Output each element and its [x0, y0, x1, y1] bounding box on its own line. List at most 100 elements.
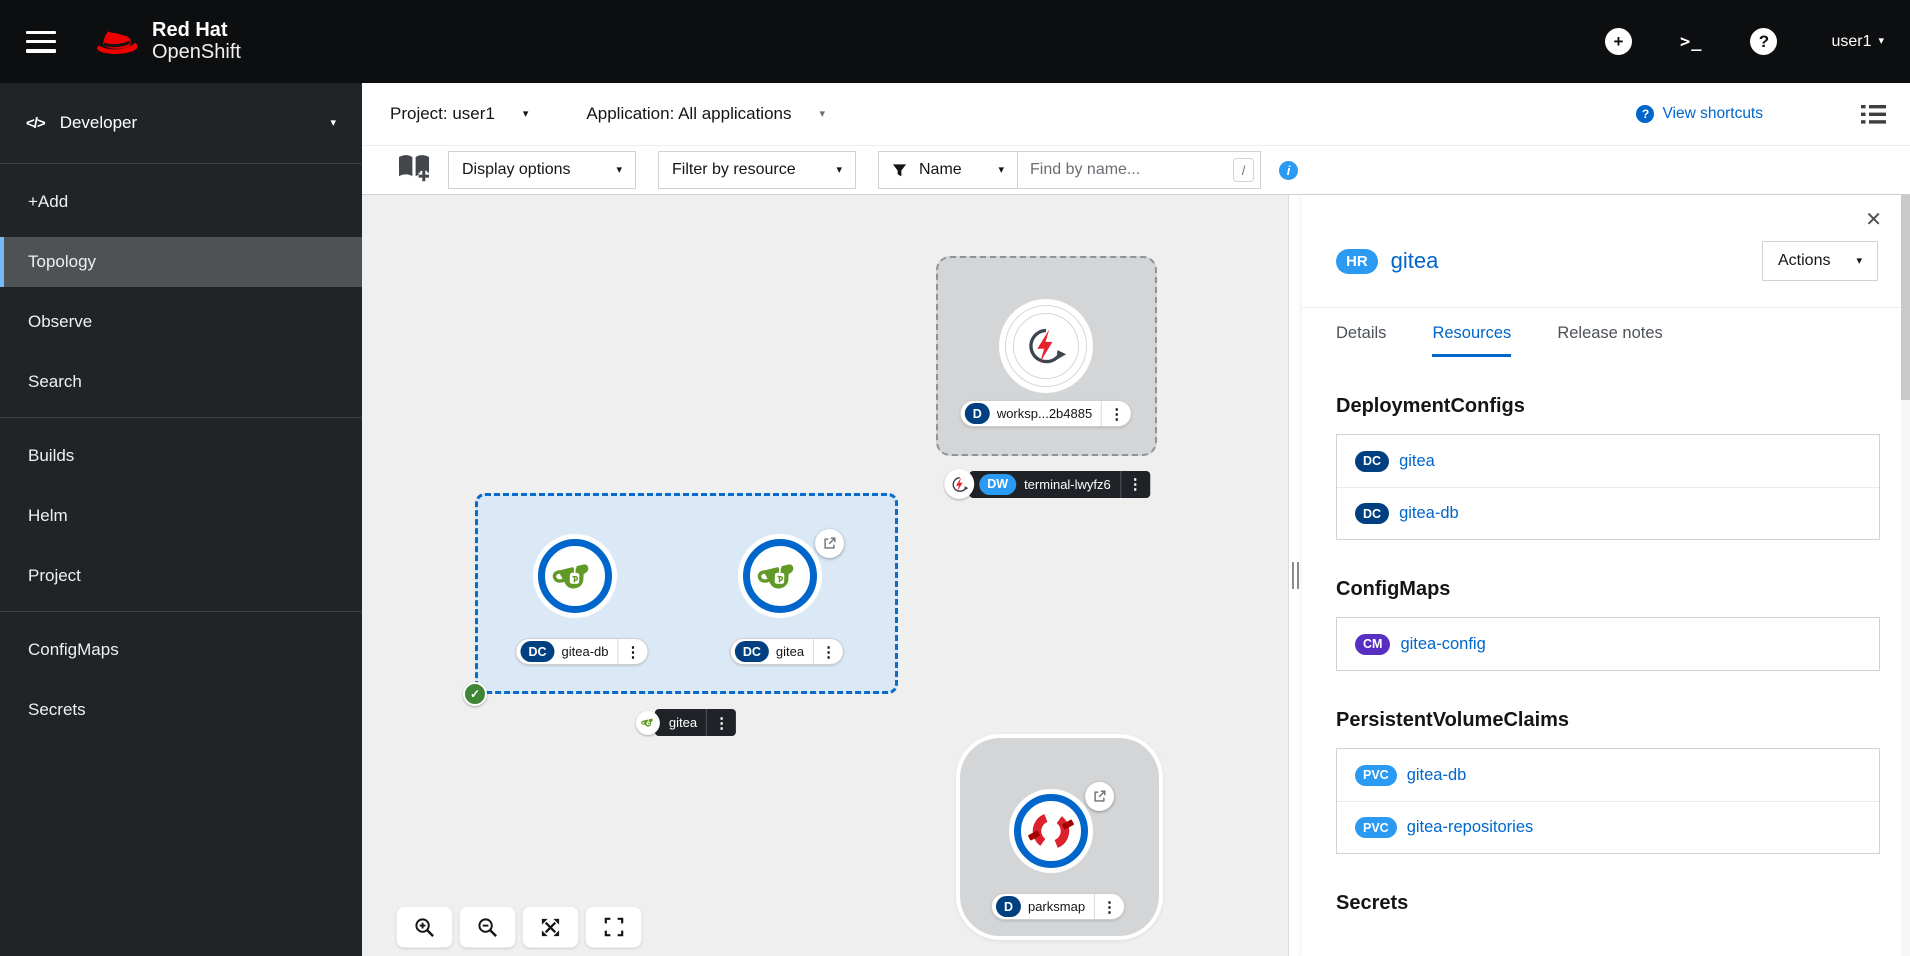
kebab-menu-icon[interactable]: ⋮	[617, 639, 648, 664]
node-gitea-db-label[interactable]: DC gitea-db ⋮	[515, 638, 649, 665]
resource-row[interactable]: PVC gitea-db	[1337, 749, 1879, 801]
sidebar-item-secrets[interactable]: Secrets	[0, 685, 362, 735]
resource-link[interactable]: gitea-config	[1400, 635, 1485, 654]
node-gitea-db[interactable]	[538, 539, 612, 613]
display-options-dropdown[interactable]: Display options ▾	[448, 151, 636, 189]
workspace-node[interactable]	[999, 299, 1093, 393]
web-terminal-icon[interactable]: >_	[1680, 32, 1702, 52]
sidebar-item-observe[interactable]: Observe	[0, 297, 362, 347]
node-parksmap-label[interactable]: D parksmap ⋮	[990, 893, 1126, 920]
sidebar-item-builds[interactable]: Builds	[0, 431, 362, 481]
sidebar-item-configmaps[interactable]: ConfigMaps	[0, 625, 362, 675]
tab-release-notes[interactable]: Release notes	[1557, 308, 1663, 357]
perspective-label: Developer	[59, 113, 138, 132]
guided-tour-icon[interactable]	[396, 153, 432, 188]
resource-link[interactable]: gitea-repositories	[1407, 818, 1534, 837]
node-gitea-db-name: gitea-db	[561, 644, 609, 659]
chevron-down-icon: ▾	[522, 107, 529, 120]
workspace-node-name: worksp...2b4885	[996, 406, 1093, 421]
sidebar-item-add[interactable]: +Add	[0, 177, 362, 227]
kebab-menu-icon[interactable]: ⋮	[813, 639, 843, 664]
redhat-fedora-icon	[96, 30, 138, 54]
name-filter-label: Name	[919, 161, 962, 178]
kebab-menu-icon[interactable]: ⋮	[1094, 894, 1124, 919]
reset-view-button[interactable]	[585, 906, 642, 948]
panel-title[interactable]: gitea	[1391, 248, 1439, 274]
sidebar-item-project[interactable]: Project	[0, 551, 362, 601]
workspace-bolt-icon	[950, 475, 969, 494]
close-icon[interactable]: ✕	[1865, 207, 1882, 232]
chevron-down-icon: ▾	[1856, 254, 1862, 267]
resource-list: DC gitea DC gitea-db	[1336, 434, 1880, 540]
sidebar: </> Developer ▾ +Add Topology Observe Se…	[0, 83, 362, 956]
scrollbar-thumb[interactable]	[1901, 195, 1910, 400]
resource-link[interactable]: gitea	[1399, 452, 1435, 471]
chevron-down-icon: ▾	[998, 163, 1004, 176]
sidebar-item-search[interactable]: Search	[0, 357, 362, 407]
resource-side-panel: ✕ HR gitea Actions ▾ Details Resources R…	[1302, 195, 1910, 956]
find-by-name-input[interactable]	[1018, 151, 1261, 189]
topology-canvas[interactable]: D worksp...2b4885 ⋮ DW terminal-lwyfz6 ⋮	[362, 195, 1289, 956]
name-filter-dropdown[interactable]: Name ▾	[878, 151, 1018, 189]
chevron-down-icon: ▾	[819, 107, 826, 120]
project-selector[interactable]: Project: user1 ▾	[390, 104, 528, 124]
brand-line1: Red Hat	[152, 18, 228, 41]
gitea-icon	[640, 715, 655, 730]
node-parksmap[interactable]	[1014, 794, 1088, 868]
quick-create-icon[interactable]: +	[1604, 28, 1632, 55]
gitea-icon	[757, 553, 803, 599]
resource-row[interactable]: PVC gitea-repositories	[1337, 801, 1879, 853]
zoom-out-button[interactable]	[459, 906, 516, 948]
help-icon[interactable]: ?	[1750, 28, 1778, 55]
tab-resources[interactable]: Resources	[1432, 308, 1512, 357]
view-shortcuts-link[interactable]: ? View shortcuts	[1636, 105, 1763, 123]
open-url-decorator[interactable]	[815, 529, 844, 558]
nav-toggle-icon[interactable]	[26, 30, 56, 53]
node-gitea[interactable]	[743, 539, 817, 613]
resource-list: CM gitea-config	[1336, 617, 1880, 671]
sidebar-item-helm[interactable]: Helm	[0, 491, 362, 541]
external-link-icon	[1092, 789, 1107, 804]
status-check-icon: ✓	[463, 682, 487, 706]
user-name: user1	[1831, 32, 1872, 50]
perspective-switcher[interactable]: </> Developer ▾	[0, 83, 362, 163]
open-url-decorator[interactable]	[1085, 782, 1114, 811]
chevron-down-icon: ▾	[330, 116, 336, 129]
resource-row[interactable]: CM gitea-config	[1337, 618, 1879, 670]
application-selector[interactable]: Application: All applications ▾	[586, 104, 825, 124]
terminal-workspace-name: terminal-lwyfz6	[1024, 476, 1111, 492]
workspace-mini-icon	[944, 469, 975, 499]
application-group-label[interactable]: gitea ⋮	[635, 709, 737, 736]
sidebar-item-topology[interactable]: Topology	[0, 237, 362, 287]
filter-by-resource-dropdown[interactable]: Filter by resource ▾	[658, 151, 856, 189]
kebab-menu-icon[interactable]: ⋮	[1101, 401, 1131, 426]
actions-dropdown[interactable]: Actions ▾	[1762, 241, 1878, 281]
terminal-workspace-label[interactable]: DW terminal-lwyfz6 ⋮	[944, 469, 1150, 499]
section-heading-secrets: Secrets	[1336, 892, 1409, 914]
resource-link[interactable]: gitea-db	[1407, 766, 1467, 785]
info-icon[interactable]: i	[1279, 160, 1298, 180]
panel-resize-handle[interactable]	[1289, 195, 1302, 956]
deployment-badge: D	[964, 403, 990, 424]
brand-logo[interactable]: Red Hat OpenShift	[94, 18, 241, 63]
chevron-down-icon: ▾	[616, 163, 622, 176]
brand-text: Red Hat OpenShift	[152, 18, 241, 63]
zoom-in-button[interactable]	[396, 906, 453, 948]
fit-to-screen-button[interactable]	[522, 906, 579, 948]
deploymentconfig-badge: DC	[1355, 503, 1390, 524]
resource-row[interactable]: DC gitea-db	[1337, 487, 1879, 539]
application-selector-label: Application: All applications	[586, 104, 792, 123]
user-menu[interactable]: user1 ▾	[1831, 33, 1884, 51]
resource-link[interactable]: gitea-db	[1399, 504, 1459, 523]
application-group-name: gitea	[668, 715, 698, 730]
list-view-toggle[interactable]	[1861, 104, 1886, 124]
resource-row[interactable]: DC gitea	[1337, 435, 1879, 487]
tab-details[interactable]: Details	[1336, 308, 1386, 357]
kebab-menu-icon[interactable]: ⋮	[706, 709, 736, 736]
panel-tabs: Details Resources Release notes	[1302, 307, 1910, 357]
node-gitea-label[interactable]: DC gitea ⋮	[729, 638, 845, 665]
kebab-menu-icon[interactable]: ⋮	[1119, 470, 1150, 498]
workspace-node-label[interactable]: D worksp...2b4885 ⋮	[959, 400, 1133, 427]
slash-shortcut-badge: /	[1233, 158, 1254, 182]
fit-to-screen-icon	[541, 918, 560, 936]
